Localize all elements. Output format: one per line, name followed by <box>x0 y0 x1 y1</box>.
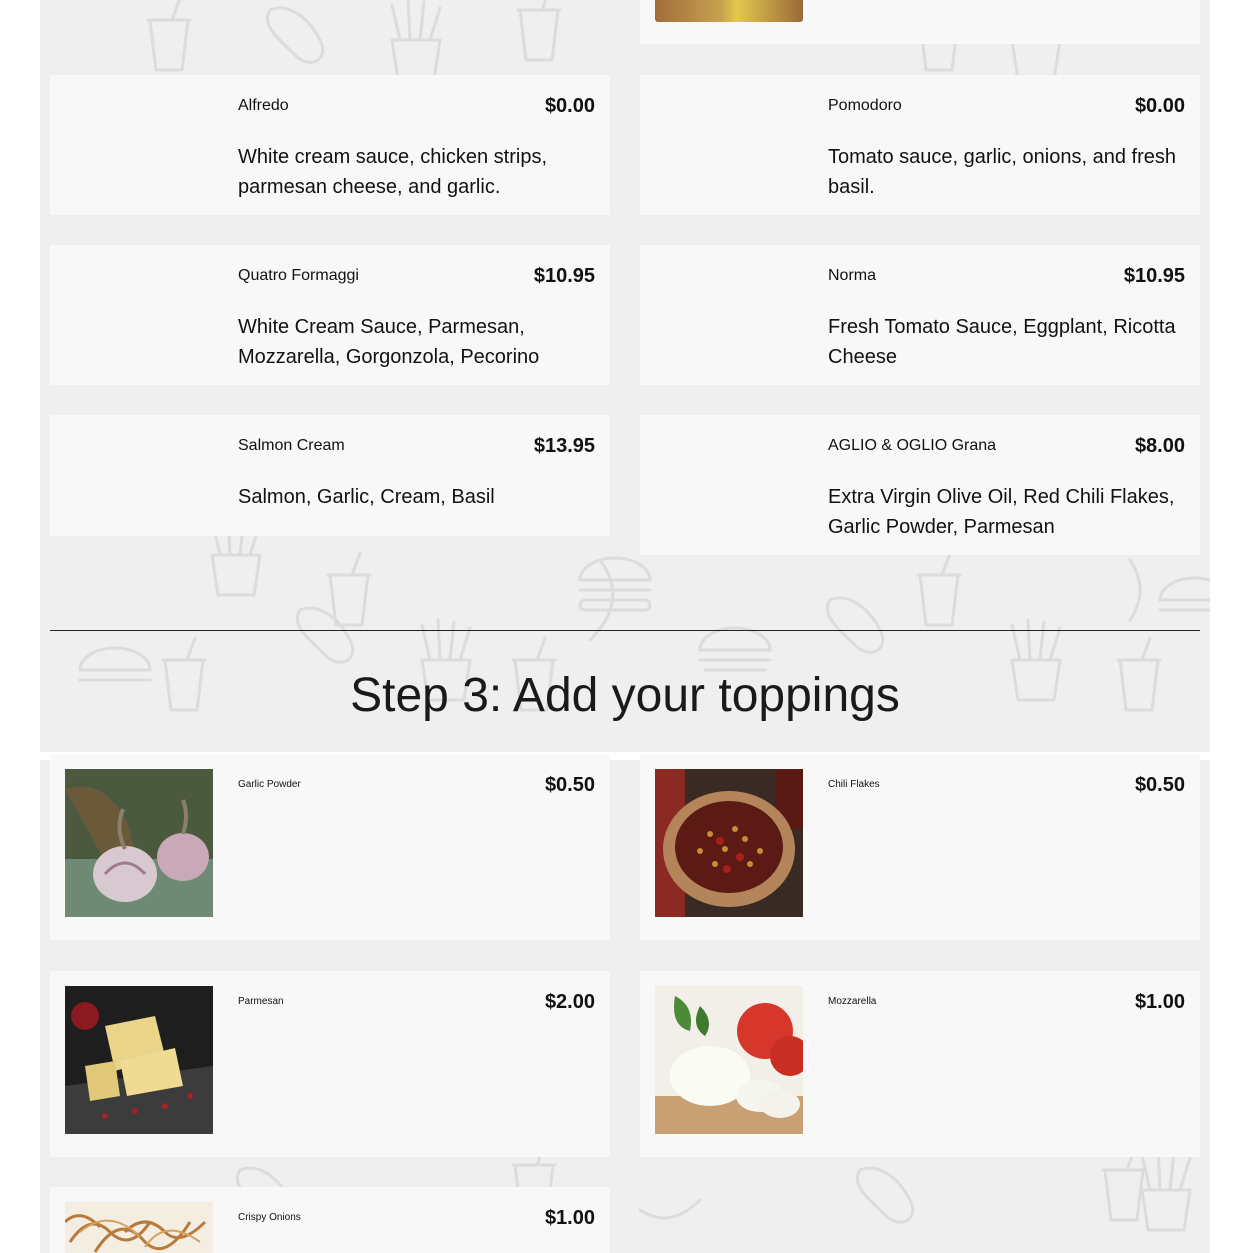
sauce-card-quatro-formaggi[interactable]: Quatro Formaggi $10.95 White Cream Sauce… <box>50 245 610 385</box>
menu-item-card-partial[interactable] <box>50 0 610 44</box>
fries-icon <box>1140 1148 1192 1232</box>
hotdog-icon <box>295 606 355 664</box>
topping-card-parmesan[interactable]: Parmesan $2.00 <box>50 971 610 1157</box>
sauce-card-aglio-oglio[interactable]: AGLIO & OGLIO Grana $8.00 Extra Virgin O… <box>640 415 1200 555</box>
item-name: Quatro Formaggi <box>238 267 359 284</box>
item-price: $0.50 <box>544 774 595 796</box>
cup-icon <box>916 551 962 627</box>
item-name: Parmesan <box>238 996 284 1007</box>
menu-item-card-partial[interactable] <box>640 0 1200 44</box>
item-name: Salmon Cream <box>238 437 345 454</box>
item-price: $0.00 <box>544 95 595 117</box>
item-photo <box>655 0 803 22</box>
sauce-card-alfredo[interactable]: Alfredo $0.00 White cream sauce, chicken… <box>50 75 610 215</box>
garlic-bulbs-photo <box>65 769 213 917</box>
item-description: White cream sauce, chicken strips, parme… <box>238 146 547 198</box>
sauce-card-pomodoro[interactable]: Pomodoro $0.00 Tomato sauce, garlic, oni… <box>640 75 1200 215</box>
item-price: $8.00 <box>1134 435 1185 457</box>
chili-flakes-bowl-photo <box>655 769 803 917</box>
crispy-onions-photo <box>65 1202 213 1253</box>
item-name: Mozzarella <box>828 996 877 1007</box>
cup-icon <box>1101 1146 1147 1222</box>
item-price: $13.95 <box>533 435 595 457</box>
item-description: Extra Virgin Olive Oil, Red Chili Flakes… <box>828 486 1175 538</box>
decorative-curve <box>1128 558 1142 622</box>
mozzarella-tomato-photo <box>655 986 803 1134</box>
hotdog-icon <box>825 596 885 654</box>
topping-card-crispy-onions[interactable]: Crispy Onions $1.00 <box>50 1187 610 1253</box>
sauce-card-norma[interactable]: Norma $10.95 Fresh Tomato Sauce, Eggplan… <box>640 245 1200 385</box>
item-name: Crispy Onions <box>238 1212 301 1223</box>
item-name: Alfredo <box>238 97 289 114</box>
item-price: $10.95 <box>533 265 595 287</box>
burger-icon <box>578 556 652 612</box>
parmesan-cheese-photo <box>65 986 213 1134</box>
topping-card-chili-flakes[interactable]: Chili Flakes $0.50 <box>640 754 1200 940</box>
burger-icon <box>1158 576 1210 612</box>
topping-card-mozzarella[interactable]: Mozzarella $1.00 <box>640 971 1200 1157</box>
topping-card-garlic-powder[interactable]: Garlic Powder $0.50 <box>50 754 610 940</box>
item-price: $2.00 <box>544 991 595 1013</box>
item-name: Norma <box>828 267 877 284</box>
item-name: Chili Flakes <box>828 779 880 790</box>
sauce-card-salmon-cream[interactable]: Salmon Cream $13.95 Salmon, Garlic, Crea… <box>50 415 610 536</box>
item-price: $10.95 <box>1123 265 1185 287</box>
hotdog-icon <box>855 1166 915 1224</box>
section-divider <box>50 630 1200 631</box>
item-name: Garlic Powder <box>238 779 301 790</box>
section-title: Step 3: Add your toppings <box>350 669 900 722</box>
item-price: $0.00 <box>1134 95 1185 117</box>
item-price: $0.50 <box>1134 774 1185 796</box>
item-description: Tomato sauce, garlic, onions, and fresh … <box>828 146 1176 198</box>
cup-icon <box>326 551 372 627</box>
item-description: Fresh Tomato Sauce, Eggplant, Ricotta Ch… <box>828 316 1176 368</box>
item-price: $1.00 <box>1134 991 1185 1013</box>
item-price: $1.00 <box>544 1207 595 1229</box>
burger-icon <box>698 626 772 672</box>
decorative-curve <box>638 1198 702 1220</box>
item-name: AGLIO & OGLIO Grana <box>828 437 997 454</box>
item-description: Salmon, Garlic, Cream, Basil <box>238 486 495 508</box>
item-name: Pomodoro <box>828 97 902 114</box>
item-description: White Cream Sauce, Parmesan, Mozzarella,… <box>238 316 540 368</box>
